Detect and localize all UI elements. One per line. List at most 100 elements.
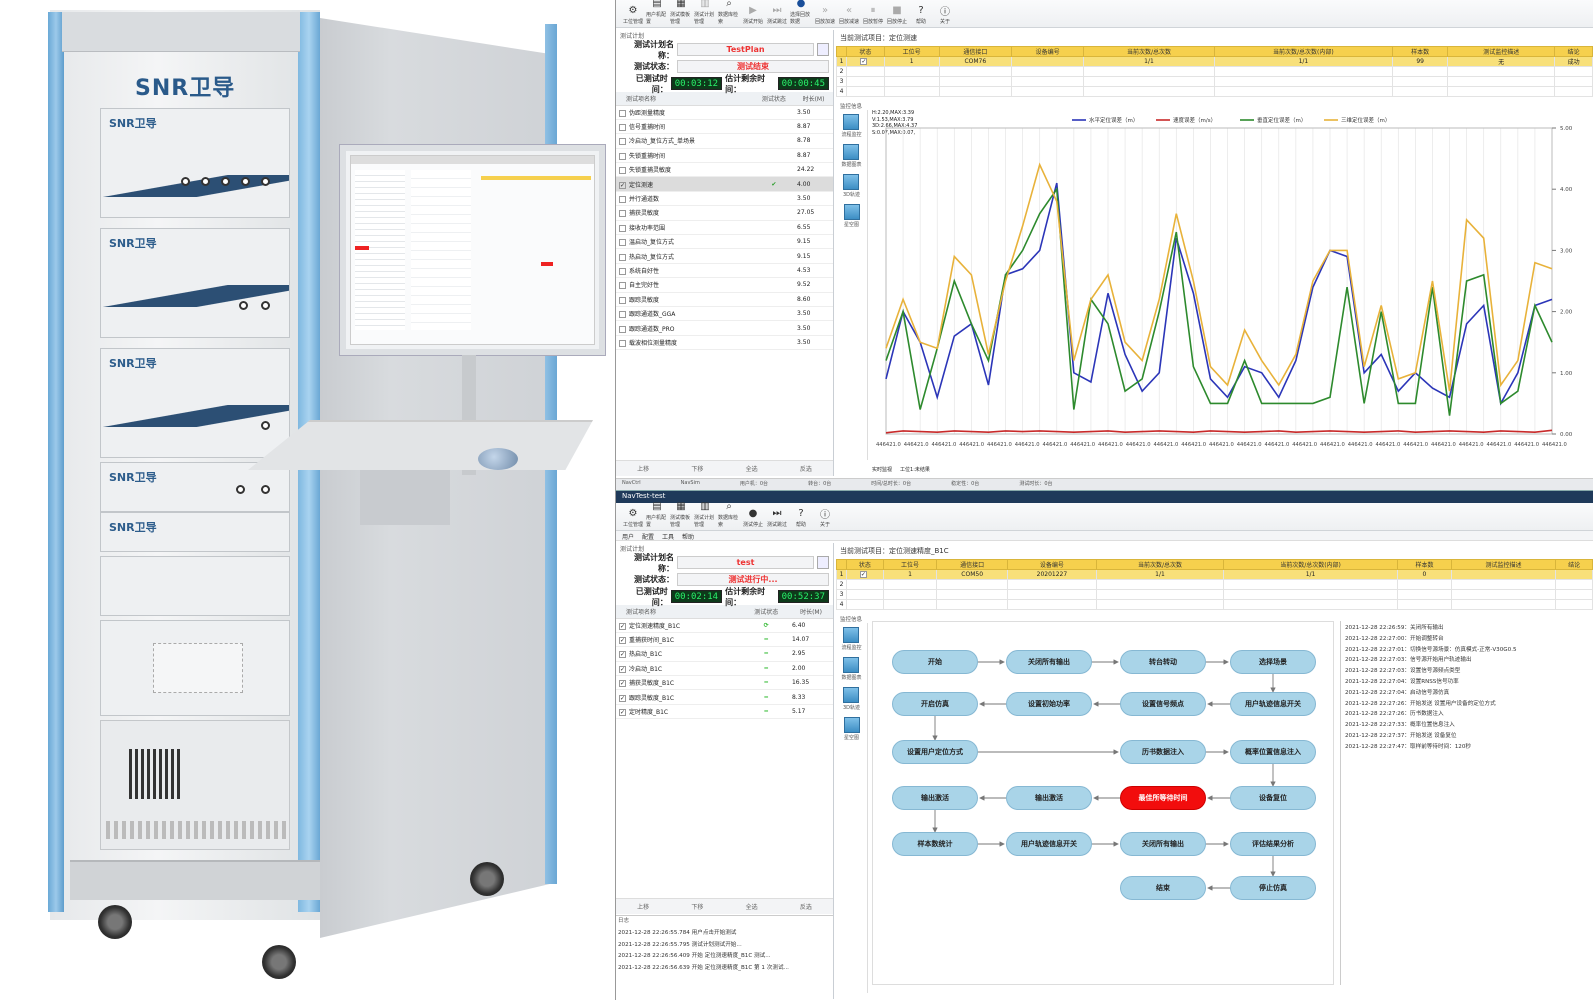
- checkbox[interactable]: [619, 196, 626, 204]
- grid-header[interactable]: 当前次数/总次数(内部): [1213, 46, 1394, 57]
- menu-help[interactable]: 帮助: [682, 532, 694, 541]
- list-item[interactable]: ✓ 热启动_B1C ━ 2.95: [616, 646, 833, 662]
- toolbar-button[interactable]: « 回放减速: [838, 3, 860, 25]
- list-item[interactable]: 伪距测量精度 3.50: [616, 105, 833, 120]
- list-item[interactable]: 载波相位测量精度 3.50: [616, 335, 833, 351]
- list-item[interactable]: ✓ 定位测速精度_B1C ⟳ 6.40: [616, 618, 833, 633]
- checkbox[interactable]: [619, 325, 626, 333]
- toolbar-button[interactable]: ⚙ 工位管理: [622, 506, 644, 528]
- checkbox[interactable]: ✓: [619, 637, 626, 645]
- col-duration[interactable]: 时长(M): [794, 92, 833, 106]
- grid-row[interactable]: 3: [836, 589, 1593, 600]
- toolbar-button[interactable]: ⌕ 数据库检索: [718, 0, 740, 25]
- grid-header[interactable]: 状态: [846, 559, 884, 570]
- checkbox[interactable]: [619, 282, 626, 290]
- grid-header[interactable]: 当前次数/总次数(内部): [1222, 559, 1399, 570]
- checkbox[interactable]: ✓: [619, 651, 626, 659]
- toolbar-button[interactable]: ⌕ 数据库检索: [718, 499, 740, 528]
- grid-header[interactable]: 样本数: [1392, 46, 1449, 57]
- grid-header[interactable]: 通信接口: [938, 46, 1013, 57]
- list-item[interactable]: 信号重捕时间 8.87: [616, 119, 833, 135]
- toolbar-button[interactable]: ? 帮助: [790, 506, 812, 528]
- toolbar-button[interactable]: ▤ 用户机配置: [646, 0, 668, 25]
- grid-row[interactable]: 2: [836, 66, 1593, 77]
- grid-header[interactable]: 样本数: [1397, 559, 1452, 570]
- grid-header[interactable]: 结论: [1555, 559, 1593, 570]
- col-duration[interactable]: 时长(M): [788, 605, 833, 619]
- toolbar-button[interactable]: ▦ 测试模板管理: [670, 0, 692, 25]
- checkbox[interactable]: [619, 210, 626, 218]
- list-item[interactable]: 接收功率范围 6.55: [616, 220, 833, 236]
- list-item[interactable]: 跟踪通道数_PRO 3.50: [616, 320, 833, 336]
- checkbox[interactable]: [619, 339, 626, 347]
- list-item[interactable]: 系统自好性 4.53: [616, 263, 833, 279]
- checkbox[interactable]: [619, 167, 626, 175]
- checkbox[interactable]: ✓: [619, 694, 626, 702]
- grid-header[interactable]: 通信接口: [936, 559, 1008, 570]
- list-item[interactable]: 热启动_复位方式 9.15: [616, 248, 833, 264]
- list-item[interactable]: ✓ 跟踪灵敏度_B1C ━ 8.33: [616, 689, 833, 705]
- grid-header[interactable]: 设备编号: [1010, 46, 1085, 57]
- list-item[interactable]: ✓ 重捕获时间_B1C ━ 14.07: [616, 632, 833, 648]
- list-item[interactable]: 跟踪灵敏度 8.60: [616, 292, 833, 307]
- invert-selection-button[interactable]: 反选: [800, 902, 812, 911]
- checkbox[interactable]: ✓: [859, 571, 867, 578]
- list-item[interactable]: 自主完好性 9.52: [616, 277, 833, 293]
- tab-station[interactable]: 工位1:未结果: [900, 466, 930, 473]
- side-tab[interactable]: 数据图表: [841, 144, 862, 168]
- side-tab[interactable]: 3D轨迹: [843, 687, 860, 711]
- grid-header[interactable]: 工位号: [882, 559, 938, 570]
- side-tab[interactable]: 星空图: [843, 717, 860, 741]
- move-up-button[interactable]: 上移: [637, 464, 649, 473]
- folder-icon[interactable]: [817, 556, 829, 569]
- list-item[interactable]: 失锁重捕时间 8.87: [616, 148, 833, 164]
- plan-name-field[interactable]: TestPlan: [677, 43, 814, 56]
- grid-row[interactable]: 3: [836, 76, 1593, 87]
- task-tab-navsim[interactable]: NavSim: [681, 480, 700, 489]
- checkbox[interactable]: [619, 224, 626, 232]
- toolbar-button[interactable]: ● 选择回放数据: [790, 0, 812, 25]
- grid-row[interactable]: 1 ✓ 1 COM76 1/1 1/1 99 无成功: [836, 56, 1593, 67]
- checkbox[interactable]: [619, 239, 626, 247]
- toolbar-button[interactable]: ⚙ 工位管理: [622, 3, 644, 25]
- toolbar-button[interactable]: ▥ 测试计划管理: [694, 0, 716, 25]
- list-item[interactable]: 跟踪通道数_GGA 3.50: [616, 306, 833, 322]
- checkbox[interactable]: [619, 109, 626, 117]
- menu-user[interactable]: 用户: [622, 532, 634, 541]
- move-up-button[interactable]: 上移: [637, 902, 649, 911]
- toolbar-button[interactable]: ⏭ 测试跳过: [766, 506, 788, 528]
- checkbox[interactable]: ✓: [619, 181, 626, 189]
- toolbar-button[interactable]: ⏭ 测试跳过: [766, 3, 788, 25]
- plan-name-field[interactable]: test: [677, 556, 814, 569]
- checkbox[interactable]: ✓: [619, 665, 626, 673]
- grid-header[interactable]: 当前次数/总次数: [1095, 559, 1224, 570]
- list-item[interactable]: 捕获灵敏度 27.05: [616, 205, 833, 221]
- toolbar-button[interactable]: ▤ 用户机配置: [646, 499, 668, 528]
- grid-header[interactable]: 测试监控描述: [1447, 46, 1556, 57]
- grid-row[interactable]: 1 ✓ 1 COM50 20201227 1/1 1/1 0: [836, 569, 1593, 580]
- list-item[interactable]: 失锁重捕灵敏度 24.22: [616, 162, 833, 178]
- tab-realtime[interactable]: 实时监视: [872, 466, 892, 473]
- toolbar-button[interactable]: ▥ 测试计划管理: [694, 499, 716, 528]
- side-tab[interactable]: 流程监控: [841, 114, 862, 138]
- checkbox[interactable]: ✓: [860, 58, 868, 65]
- toolbar-button[interactable]: ■ 回放停止: [886, 3, 908, 25]
- grid-header[interactable]: 工位号: [883, 46, 940, 57]
- list-item[interactable]: ✓ 冷启动_B1C ━ 2.00: [616, 661, 833, 677]
- list-item[interactable]: 温启动_复位方式 9.15: [616, 234, 833, 250]
- grid-row[interactable]: 4: [836, 599, 1593, 610]
- checkbox[interactable]: ✓: [619, 680, 626, 688]
- grid-header[interactable]: 结论: [1554, 46, 1593, 57]
- side-tab[interactable]: 星空图: [843, 204, 860, 228]
- grid-header[interactable]: 测试监控描述: [1450, 559, 1557, 570]
- checkbox[interactable]: [619, 152, 626, 160]
- select-all-button[interactable]: 全选: [746, 464, 758, 473]
- checkbox[interactable]: [619, 124, 626, 132]
- checkbox[interactable]: [619, 267, 626, 275]
- checkbox[interactable]: ✓: [619, 622, 626, 630]
- list-item[interactable]: ✓ 定位测速 ✔ 4.00: [616, 176, 833, 192]
- side-tab[interactable]: 数据图表: [841, 657, 862, 681]
- folder-icon[interactable]: [817, 43, 829, 56]
- select-all-button[interactable]: 全选: [746, 902, 758, 911]
- toolbar-button[interactable]: ▦ 测试模板管理: [670, 499, 692, 528]
